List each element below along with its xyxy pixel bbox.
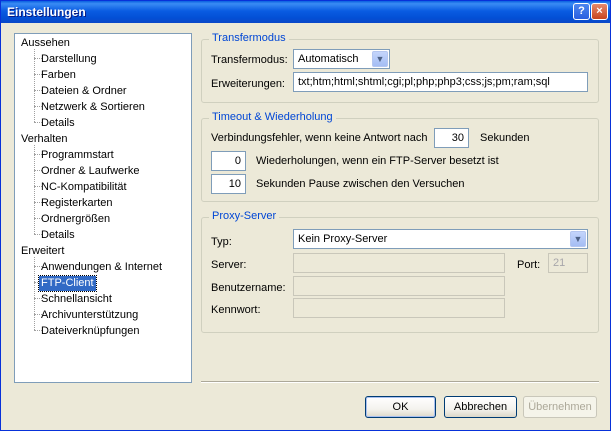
ok-button[interactable]: OK xyxy=(365,396,436,418)
tree-item-anwendungen-internet[interactable]: Anwendungen & Internet xyxy=(39,260,164,275)
extensions-input[interactable]: txt;htm;html;shtml;cgi;pl;php;php3;css;j… xyxy=(293,72,588,92)
tree-item-details[interactable]: Details xyxy=(39,228,77,243)
button-separator xyxy=(201,381,599,383)
pause-input[interactable]: 10 xyxy=(211,174,246,194)
tree-item-darstellung[interactable]: Darstellung xyxy=(39,52,99,67)
conn-error-label: Verbindungsfehler, wenn keine Antwort na… xyxy=(211,132,428,144)
proxy-type-select[interactable]: Kein Proxy-Server ▼ xyxy=(293,229,588,249)
proxy-server-label: Server: xyxy=(211,259,247,271)
proxy-user-label: Benutzername: xyxy=(211,282,286,294)
retries-input[interactable]: 0 xyxy=(211,151,246,171)
proxy-type-label: Typ: xyxy=(211,236,232,248)
tree-category-verhalten[interactable]: Verhalten xyxy=(19,132,69,147)
timeout-group-title: Timeout & Wiederholung xyxy=(209,111,336,125)
transfer-group xyxy=(201,39,599,103)
proxy-port-label: Port: xyxy=(517,259,541,271)
tree-connector xyxy=(34,257,35,330)
chevron-down-icon[interactable]: ▼ xyxy=(372,51,388,67)
close-button[interactable]: × xyxy=(591,3,608,20)
tree-item-programmstart[interactable]: Programmstart xyxy=(39,148,116,163)
proxy-port-input[interactable]: 21 xyxy=(548,253,588,273)
chevron-down-icon[interactable]: ▼ xyxy=(570,231,586,247)
tree-item-dateiverknuepfungen[interactable]: Dateiverknüpfungen xyxy=(39,324,141,339)
tree-category-erweitert[interactable]: Erweitert xyxy=(19,244,66,259)
tree-item-archivunterstuetzung[interactable]: Archivunterstützung xyxy=(39,308,140,323)
tree-item-dateien-ordner[interactable]: Dateien & Ordner xyxy=(39,84,129,99)
seconds-label: Sekunden xyxy=(480,132,530,144)
transfer-mode-select[interactable]: Automatisch ▼ xyxy=(293,49,390,69)
tree-connector xyxy=(34,145,35,234)
tree-item-ordner-laufwerke[interactable]: Ordner & Laufwerke xyxy=(39,164,141,179)
transfer-group-title: Transfermodus xyxy=(209,32,289,46)
tree-item-ordnergroessen[interactable]: Ordnergrößen xyxy=(39,212,112,227)
tree-item-details[interactable]: Details xyxy=(39,116,77,131)
proxy-password-label: Kennwort: xyxy=(211,304,261,316)
window-title: Einstellungen xyxy=(7,5,86,19)
proxy-user-input[interactable] xyxy=(293,276,505,296)
proxy-group-title: Proxy-Server xyxy=(209,210,280,224)
tree-category-aussehen[interactable]: Aussehen xyxy=(19,36,72,51)
tree-item-farben[interactable]: Farben xyxy=(39,68,78,83)
pause-label: Sekunden Pause zwischen den Versuchen xyxy=(256,178,465,190)
tree-item-netzwerk-sortieren[interactable]: Netzwerk & Sortieren xyxy=(39,100,147,115)
transfer-mode-label: Transfermodus: xyxy=(211,54,288,66)
title-bar[interactable]: Einstellungen ? × xyxy=(1,1,610,23)
cancel-button[interactable]: Abbrechen xyxy=(444,396,517,418)
settings-tree[interactable]: Aussehen Darstellung Farben Dateien & Or… xyxy=(14,33,192,383)
tree-item-ftp-client[interactable]: FTP-Client xyxy=(38,275,97,292)
apply-button[interactable]: Übernehmen xyxy=(523,396,597,418)
tree-item-registerkarten[interactable]: Registerkarten xyxy=(39,196,115,211)
conn-error-seconds-input[interactable]: 30 xyxy=(434,128,469,148)
transfer-mode-value: Automatisch xyxy=(298,53,359,65)
tree-connector xyxy=(34,49,35,122)
help-button[interactable]: ? xyxy=(573,3,590,20)
tree-item-nc-kompatibilitaet[interactable]: NC-Kompatibilität xyxy=(39,180,129,195)
proxy-server-input[interactable] xyxy=(293,253,505,273)
settings-window: Einstellungen ? × Aussehen Darstellung F… xyxy=(0,0,611,431)
extensions-label: Erweiterungen: xyxy=(211,78,285,90)
retries-label: Wiederholungen, wenn ein FTP-Server bese… xyxy=(256,155,499,167)
proxy-password-input[interactable] xyxy=(293,298,505,318)
proxy-type-value: Kein Proxy-Server xyxy=(298,233,388,245)
tree-item-schnellansicht[interactable]: Schnellansicht xyxy=(39,292,114,307)
